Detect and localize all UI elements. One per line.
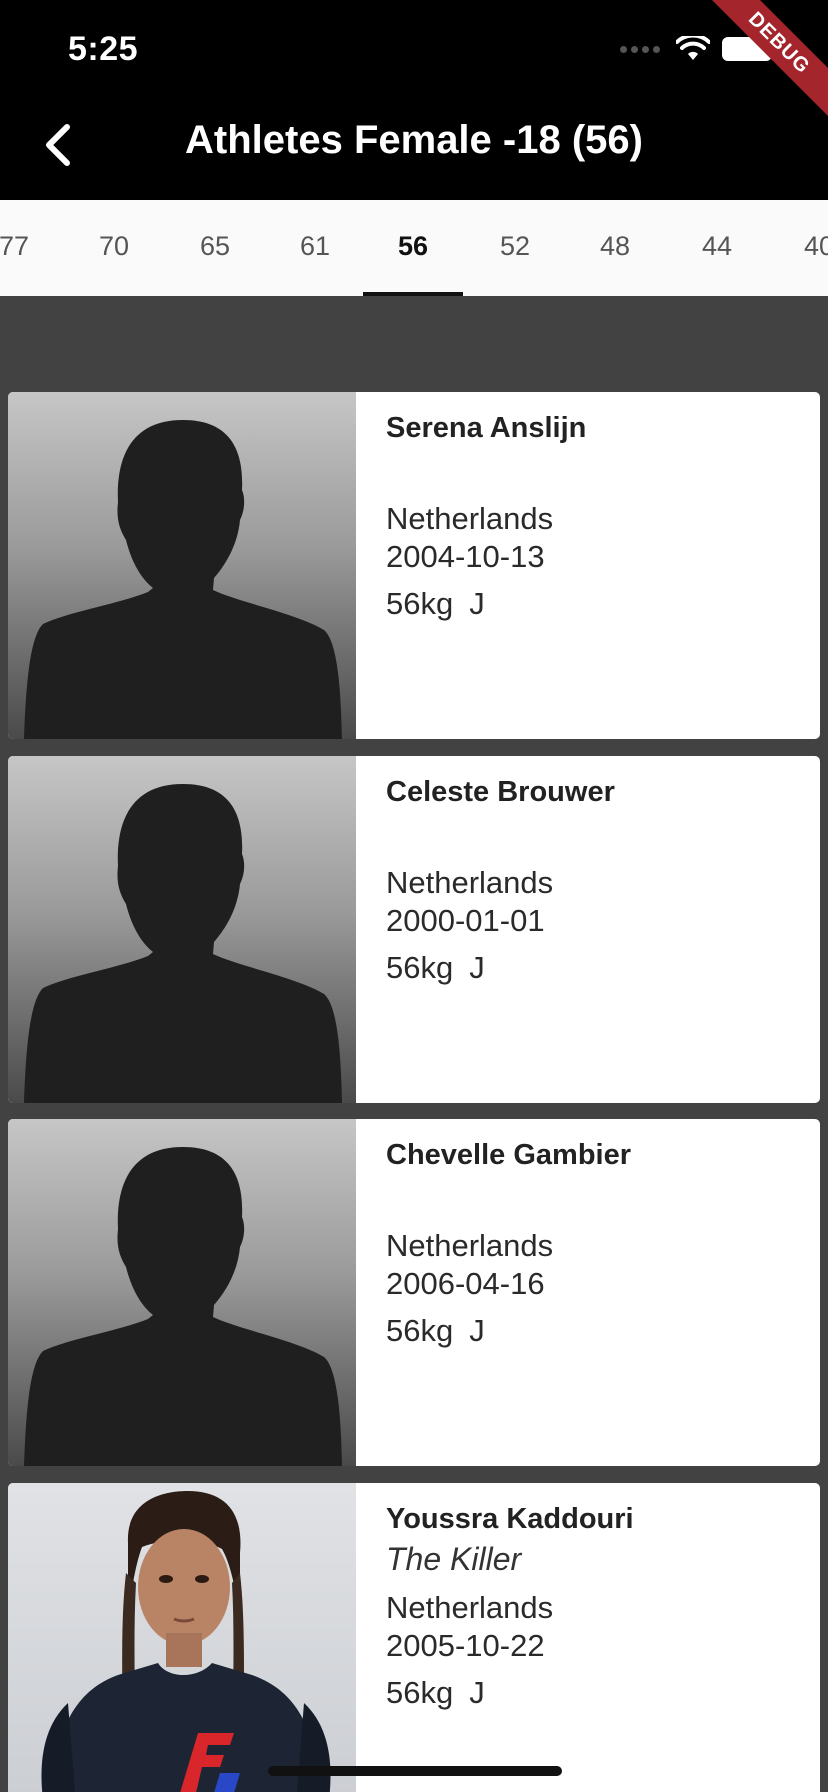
- athlete-category: J: [469, 586, 485, 621]
- athlete-country: Netherlands: [386, 1590, 554, 1625]
- athlete-country: Netherlands: [386, 501, 554, 536]
- tab-65[interactable]: 65: [165, 200, 265, 296]
- tab-44[interactable]: 44: [667, 200, 767, 296]
- athlete-portrait-image: [41, 1491, 331, 1792]
- tab-56[interactable]: 56: [363, 200, 463, 296]
- athlete-category: J: [469, 950, 485, 985]
- athlete-name: Chevelle Gambier: [386, 1139, 631, 1171]
- tab-40[interactable]: 40: [769, 200, 828, 296]
- page-title: Athletes Female -18 (56): [185, 118, 643, 162]
- athlete-card[interactable]: Youssra Kaddouri The Killer Netherlands …: [8, 1483, 820, 1792]
- athlete-country: Netherlands: [386, 1228, 554, 1263]
- home-indicator[interactable]: [268, 1766, 562, 1776]
- tab-70[interactable]: 70: [64, 200, 164, 296]
- athlete-name: Youssra Kaddouri: [386, 1503, 634, 1535]
- person-silhouette-icon: [24, 1147, 342, 1466]
- athlete-category: J: [469, 1675, 485, 1710]
- athlete-birthdate: 2006-04-16: [386, 1266, 545, 1301]
- status-icons: [620, 36, 776, 62]
- athlete-info: Youssra Kaddouri The Killer Netherlands …: [356, 1483, 634, 1792]
- athlete-info: Serena Anslijn Netherlands 2004-10-13 56…: [356, 392, 586, 739]
- athlete-category: J: [469, 1313, 485, 1348]
- cellular-signal-icon: [620, 45, 660, 53]
- weight-class-tabs: 77 70 65 61 56 52 48 44 40: [0, 200, 828, 296]
- athlete-weight: 56kg: [386, 1675, 454, 1710]
- athlete-birthdate: 2000-01-01: [386, 903, 545, 938]
- athlete-weight-category: 56kg J: [386, 1313, 631, 1349]
- app-header: 5:25 DEBUG Athletes Female -18 (56): [0, 0, 828, 200]
- tab-48[interactable]: 48: [565, 200, 665, 296]
- tab-77[interactable]: 77: [0, 200, 64, 296]
- athlete-weight: 56kg: [386, 1313, 454, 1348]
- athlete-nickname: The Killer: [386, 1541, 522, 1577]
- person-silhouette-icon: [24, 784, 342, 1103]
- tab-61[interactable]: 61: [265, 200, 365, 296]
- athlete-weight-category: 56kg J: [386, 950, 615, 986]
- athlete-photo-placeholder: [8, 392, 356, 739]
- athlete-weight-category: 56kg J: [386, 1675, 634, 1711]
- athlete-name: Celeste Brouwer: [386, 776, 615, 808]
- athlete-card[interactable]: Serena Anslijn Netherlands 2004-10-13 56…: [8, 392, 820, 739]
- athlete-info: Celeste Brouwer Netherlands 2000-01-01 5…: [356, 756, 615, 1103]
- athlete-birthdate: 2005-10-22: [386, 1628, 545, 1663]
- person-silhouette-icon: [24, 420, 342, 739]
- athlete-weight-category: 56kg J: [386, 586, 586, 622]
- athlete-card[interactable]: Chevelle Gambier Netherlands 2006-04-16 …: [8, 1119, 820, 1466]
- wifi-icon: [676, 36, 710, 60]
- athlete-weight: 56kg: [386, 586, 454, 621]
- athlete-name: Serena Anslijn: [386, 412, 587, 444]
- status-time: 5:25: [68, 30, 139, 68]
- tab-52[interactable]: 52: [465, 200, 565, 296]
- athlete-weight: 56kg: [386, 950, 454, 985]
- athlete-birthdate: 2004-10-13: [386, 539, 545, 574]
- athlete-photo-placeholder: [8, 1119, 356, 1466]
- athlete-photo: [8, 1483, 356, 1792]
- athlete-country: Netherlands: [386, 865, 554, 900]
- athlete-photo-placeholder: [8, 756, 356, 1103]
- athlete-card[interactable]: Celeste Brouwer Netherlands 2000-01-01 5…: [8, 756, 820, 1103]
- athlete-info: Chevelle Gambier Netherlands 2006-04-16 …: [356, 1119, 631, 1466]
